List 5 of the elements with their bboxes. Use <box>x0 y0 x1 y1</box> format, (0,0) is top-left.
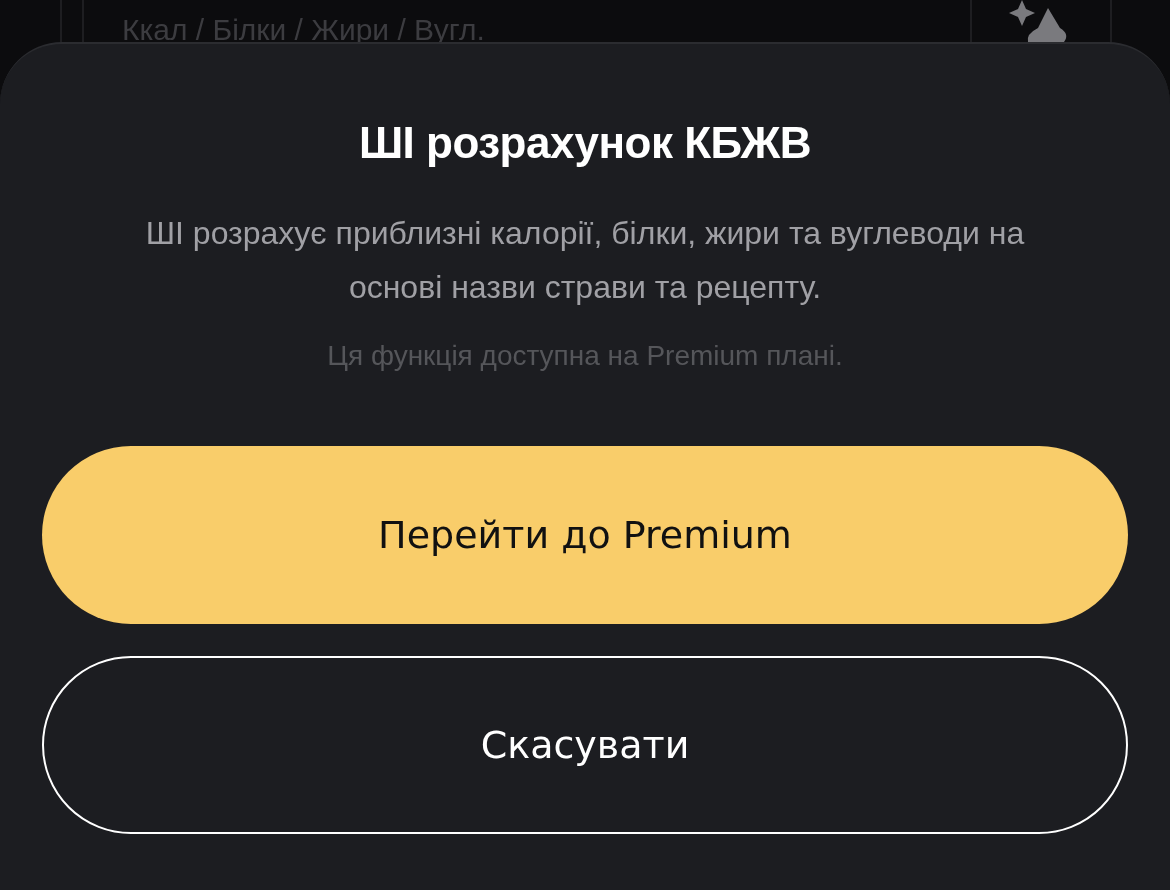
dialog-description: ШІ розрахує приблизні калорії, білки, жири та вуглеводи на основі назви страви та рецепту. <box>144 214 1026 307</box>
premium-note: Ця функція доступна на Premium плані. <box>327 340 843 372</box>
dialog-title: ШІ розрахунок КБЖВ <box>358 118 812 168</box>
cancel-button[interactable]: Скасувати <box>42 656 1128 834</box>
premium-button[interactable]: Перейти до Premium <box>42 446 1128 624</box>
